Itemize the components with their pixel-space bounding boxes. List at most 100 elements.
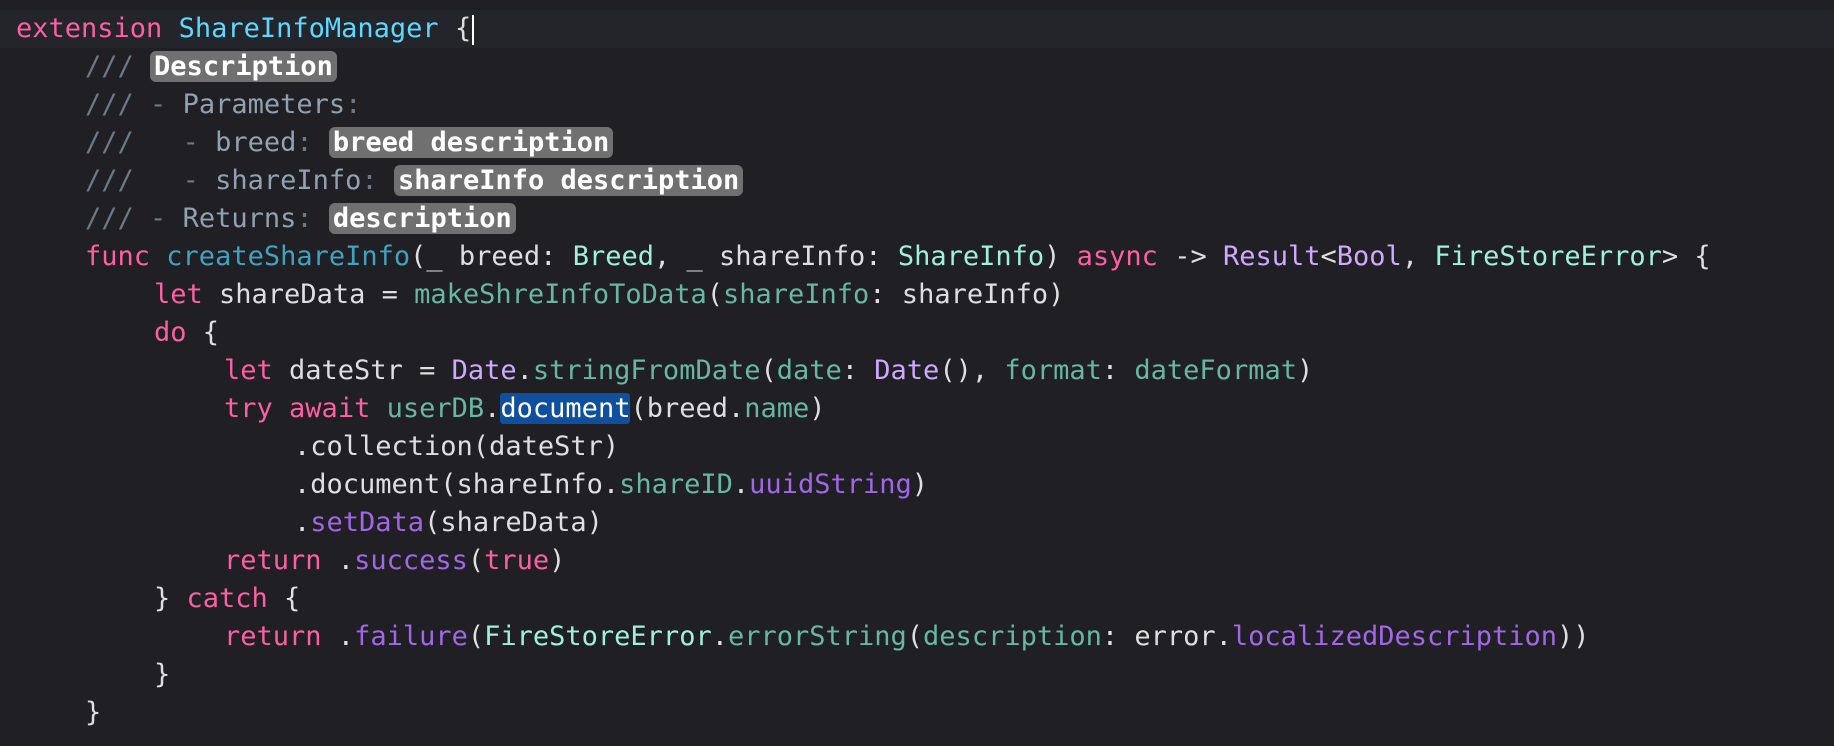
code-text: : shareInfo) <box>869 279 1065 310</box>
code-text: . <box>484 393 501 424</box>
code-text: .collection(dateStr) <box>294 431 620 462</box>
code-text: -> <box>1157 241 1223 272</box>
code-text: shareData = <box>202 279 415 310</box>
code-text: (_ breed: <box>410 241 573 272</box>
argument-label: description <box>923 621 1102 652</box>
type-ref: Bool <box>1336 241 1402 272</box>
function-call: makeShreInfoToData <box>414 279 707 310</box>
doc-param-name: breed <box>215 127 297 158</box>
type-name: ShareInfoManager <box>178 13 439 44</box>
keyword-return: return <box>224 545 322 576</box>
doc-comment-slashes: /// <box>85 127 134 158</box>
code-text: ) <box>911 469 928 500</box>
literal-true: true <box>484 545 550 576</box>
doc-keyword: Returns <box>182 203 297 234</box>
keyword-async: async <box>1076 241 1158 272</box>
code-text: (shareData) <box>424 507 603 538</box>
code-text: .document(shareInfo. <box>294 469 620 500</box>
placeholder-token[interactable]: Description <box>150 51 337 82</box>
keyword-let: let <box>224 355 273 386</box>
code-line-15[interactable]: return .success(true) <box>0 542 1834 580</box>
keyword-func: func <box>85 241 151 272</box>
keyword-extension: extension <box>16 13 163 44</box>
code-line-13[interactable]: .document(shareInfo.shareID.uuidString) <box>0 466 1834 504</box>
doc-comment-slashes: /// <box>85 165 134 196</box>
code-text: dateStr = <box>272 355 452 386</box>
doc-colon: : <box>361 165 378 196</box>
code-editor[interactable]: extension ShareInfoManager { /// Descrip… <box>0 0 1834 746</box>
code-text: ( <box>467 621 485 652</box>
code-line-12[interactable]: .collection(dateStr) <box>0 428 1834 466</box>
function-call: setData <box>310 507 425 538</box>
code-text: ) <box>1296 355 1314 386</box>
code-text: (), <box>939 355 1005 386</box>
doc-colon: : <box>345 89 362 120</box>
code-line-16[interactable]: } catch { <box>0 580 1834 618</box>
brace: { <box>454 13 472 44</box>
closing-brace: } <box>85 697 102 728</box>
doc-colon: : <box>296 203 313 234</box>
doc-dash: - <box>150 89 167 120</box>
code-line-11[interactable]: try await userDB.document(breed.name) <box>0 390 1834 428</box>
code-text: { <box>267 583 301 614</box>
code-line-7[interactable]: func createShareInfo(_ breed: Breed, _ s… <box>0 238 1834 276</box>
code-text: . <box>732 469 750 500</box>
type-ref: FireStoreError <box>1434 241 1662 272</box>
code-text: )) <box>1557 621 1590 652</box>
type-ref: Breed <box>572 241 654 272</box>
code-text: . <box>711 621 728 652</box>
code-line-1[interactable]: extension ShareInfoManager { <box>0 10 1834 48</box>
code-line-4[interactable]: /// - breed: breed description <box>0 124 1834 162</box>
type-ref: Date <box>874 355 940 386</box>
enum-case: failure <box>354 621 468 652</box>
type-ref: Result <box>1222 241 1321 272</box>
doc-colon: : <box>296 127 313 158</box>
code-text: } <box>154 583 187 614</box>
code-text: ( <box>706 279 723 310</box>
keyword-return: return <box>224 621 322 652</box>
code-text: . <box>321 545 355 576</box>
code-line-5[interactable]: /// - shareInfo: shareInfo description <box>0 162 1834 200</box>
selected-text[interactable]: document <box>500 393 631 424</box>
property-ref: localizedDescription <box>1231 621 1558 652</box>
code-text: ( <box>760 355 777 386</box>
property-ref: name <box>744 393 810 424</box>
code-text: : error. <box>1101 621 1232 652</box>
code-line-19[interactable]: } <box>0 694 1834 732</box>
variable-ref: dateFormat <box>1134 355 1297 386</box>
argument-label: shareInfo <box>722 279 870 310</box>
code-text: ) <box>809 393 826 424</box>
code-line-2[interactable]: /// Description <box>0 48 1834 86</box>
placeholder-token[interactable]: description <box>328 203 516 234</box>
code-line-17[interactable]: return .failure(FireStoreError.errorStri… <box>0 618 1834 656</box>
code-line-18[interactable]: } <box>0 656 1834 694</box>
code-text: ( <box>906 621 924 652</box>
doc-comment-slashes: /// <box>85 89 134 120</box>
keyword-catch: catch <box>186 583 268 614</box>
code-text: . <box>294 507 311 538</box>
keyword-await: await <box>289 393 371 424</box>
doc-comment-slashes: /// <box>85 203 134 234</box>
code-line-9[interactable]: do { <box>0 314 1834 352</box>
keyword-try: try <box>224 393 273 424</box>
code-line-8[interactable]: let shareData = makeShreInfoToData(share… <box>0 276 1834 314</box>
code-line-14[interactable]: .setData(shareData) <box>0 504 1834 542</box>
placeholder-token[interactable]: shareInfo description <box>393 165 744 196</box>
code-text: . <box>321 621 355 652</box>
code-text: , _ shareInfo: <box>653 241 898 272</box>
code-line-10[interactable]: let dateStr = Date.stringFromDate(date: … <box>0 352 1834 390</box>
code-text: : <box>1101 355 1135 386</box>
code-text: . <box>516 355 533 386</box>
doc-param-name: shareInfo <box>215 165 362 196</box>
property-ref: shareID <box>619 469 733 500</box>
text-cursor <box>472 14 475 45</box>
doc-dash: - <box>182 165 199 196</box>
code-line-3[interactable]: /// - Parameters: <box>0 86 1834 124</box>
code-line-6[interactable]: /// - Returns: description <box>0 200 1834 238</box>
enum-case: success <box>354 545 468 576</box>
function-call: errorString <box>727 621 907 652</box>
code-text: , <box>1401 241 1435 272</box>
code-text: : <box>841 355 875 386</box>
closing-brace: } <box>154 659 171 690</box>
placeholder-token[interactable]: breed description <box>328 127 614 158</box>
